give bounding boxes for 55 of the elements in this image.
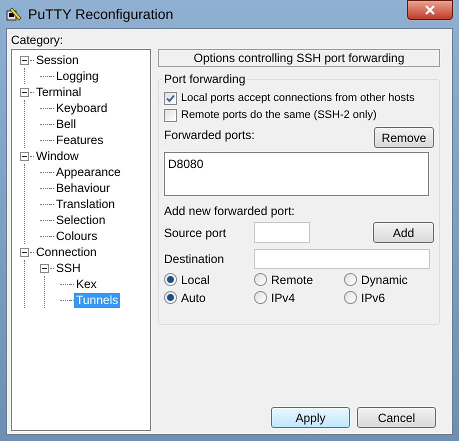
tree-item[interactable]: Window bbox=[34, 148, 81, 164]
tree-item[interactable]: Behaviour bbox=[54, 180, 112, 196]
radio-button[interactable] bbox=[344, 291, 357, 304]
destination-label: Destination bbox=[164, 251, 226, 268]
destination-field[interactable] bbox=[254, 249, 430, 269]
radio-label: Local bbox=[181, 272, 210, 288]
checkbox-label: Remote ports do the same (SSH-2 only) bbox=[181, 108, 377, 124]
category-label: Category: bbox=[11, 33, 64, 47]
tree-item[interactable]: SSH bbox=[54, 260, 83, 276]
close-icon bbox=[425, 5, 435, 15]
list-item[interactable]: D8080 bbox=[168, 155, 425, 173]
tree-item[interactable]: Keyboard bbox=[54, 100, 110, 116]
forwarded-ports-label: Forwarded ports: bbox=[164, 127, 255, 144]
radio-label: Dynamic bbox=[361, 272, 408, 288]
radio-button[interactable] bbox=[254, 273, 267, 286]
tree-item[interactable]: Bell bbox=[54, 116, 78, 132]
tree-item[interactable]: Logging bbox=[54, 68, 101, 84]
group-title: Port forwarding bbox=[162, 72, 248, 86]
source-port-field[interactable] bbox=[254, 222, 310, 243]
checkbox-label: Local ports accept connections from other hosts bbox=[181, 91, 415, 106]
tree-item[interactable]: Session bbox=[34, 52, 81, 68]
apply-button[interactable]: Apply bbox=[271, 407, 350, 428]
tree-item[interactable]: Translation bbox=[54, 196, 117, 212]
collapse-icon[interactable] bbox=[20, 152, 29, 160]
radio-label: IPv6 bbox=[361, 290, 386, 306]
radio-label: Remote bbox=[271, 272, 314, 288]
tree-item[interactable]: Features bbox=[54, 132, 106, 148]
panel-header: Options controlling SSH port forwarding bbox=[158, 49, 440, 67]
radio-button[interactable] bbox=[344, 273, 357, 286]
tree-item[interactable]: Kex bbox=[74, 276, 99, 292]
checkbox[interactable] bbox=[164, 92, 177, 105]
tree-item[interactable]: Selection bbox=[54, 212, 108, 228]
tree-item[interactable]: Terminal bbox=[34, 84, 84, 100]
checkbox[interactable] bbox=[164, 109, 177, 122]
collapse-icon[interactable] bbox=[40, 264, 49, 272]
radio-button[interactable] bbox=[164, 291, 177, 304]
collapse-icon[interactable] bbox=[20, 88, 29, 96]
forwarded-ports-list[interactable]: D8080 bbox=[164, 152, 429, 196]
add-button[interactable]: Add bbox=[373, 222, 434, 243]
tree-item[interactable]: Colours bbox=[54, 228, 100, 244]
tree-item[interactable]: Appearance bbox=[54, 164, 123, 180]
window-title: PuTTY Reconfiguration bbox=[28, 4, 174, 24]
remove-button[interactable]: Remove bbox=[374, 127, 434, 148]
tree-item[interactable]: Connection bbox=[34, 244, 99, 260]
radio-button[interactable] bbox=[164, 273, 177, 286]
radio-label: Auto bbox=[181, 290, 206, 306]
radio-label: IPv4 bbox=[271, 290, 296, 306]
collapse-icon[interactable] bbox=[20, 248, 29, 256]
close-button[interactable] bbox=[407, 0, 453, 20]
add-label: Add new forwarded port: bbox=[164, 203, 296, 220]
radio-button[interactable] bbox=[254, 291, 267, 304]
cancel-button[interactable]: Cancel bbox=[357, 407, 436, 428]
source-port-label: Source port bbox=[164, 224, 228, 242]
collapse-icon[interactable] bbox=[20, 56, 29, 64]
app-icon bbox=[6, 6, 22, 22]
